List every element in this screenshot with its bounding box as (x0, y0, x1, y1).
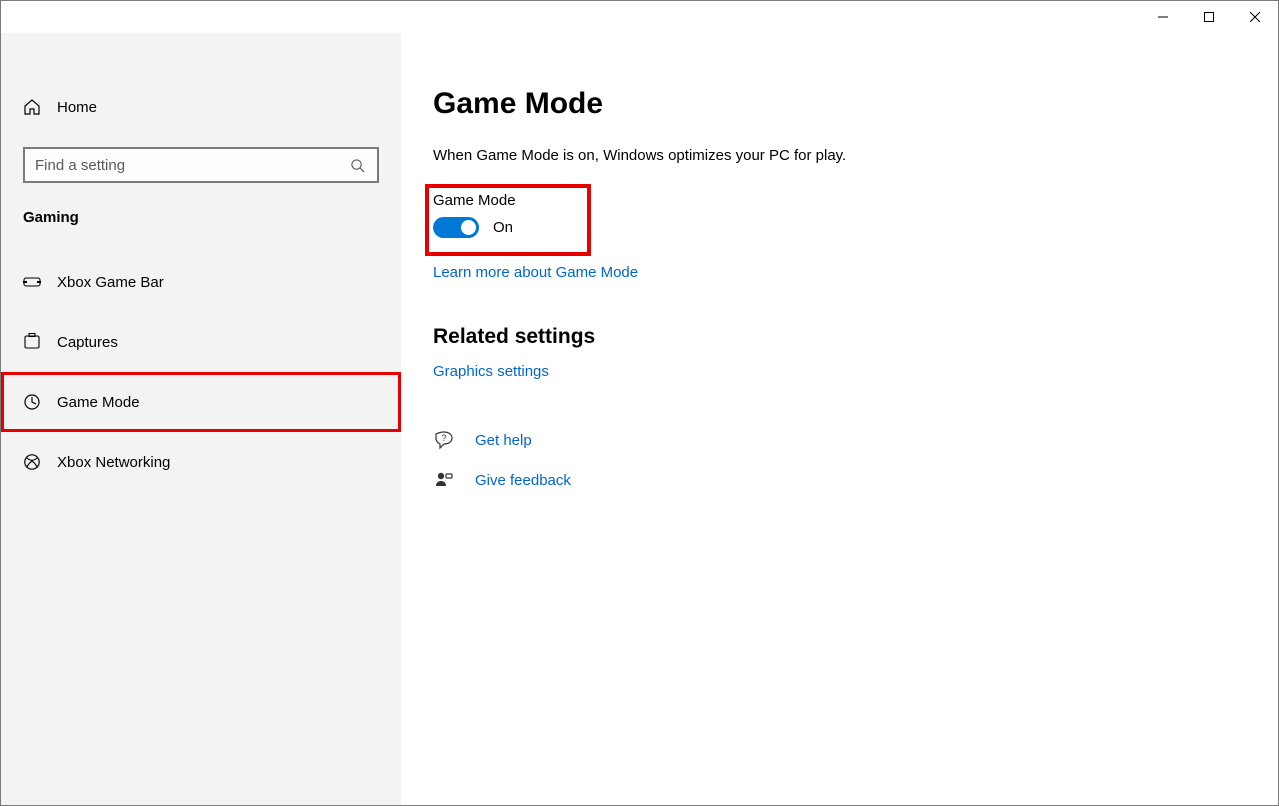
toggle-knob (461, 220, 476, 235)
back-button[interactable] (11, 33, 51, 37)
feedback-icon (433, 470, 455, 490)
sidebar-item-xbox-game-bar[interactable]: Xbox Game Bar (1, 252, 401, 312)
help-icon: ? (433, 430, 455, 450)
sidebar-item-label: Game Mode (57, 394, 140, 411)
search-input[interactable] (35, 157, 347, 174)
search-container (23, 147, 379, 183)
sidebar-item-label: Xbox Networking (57, 454, 170, 471)
captures-icon (23, 333, 57, 351)
content-area: Settings Home Gaming (1, 33, 1278, 805)
sidebar-item-label: Captures (57, 334, 118, 351)
get-help-link[interactable]: Get help (475, 432, 532, 449)
game-bar-icon (23, 273, 57, 291)
maximize-icon (1204, 12, 1214, 22)
game-mode-toggle-block: Game Mode On (433, 192, 593, 244)
give-feedback-row[interactable]: Give feedback (433, 460, 1278, 500)
svg-text:?: ? (441, 433, 446, 443)
toggle-label: Game Mode (433, 192, 593, 209)
titlebar (1, 1, 1278, 33)
home-icon (23, 98, 57, 116)
search-box[interactable] (23, 147, 379, 183)
sidebar-item-captures[interactable]: Captures (1, 312, 401, 372)
home-label: Home (57, 99, 97, 116)
settings-window: Settings Home Gaming (0, 0, 1279, 806)
help-section: ? Get help Give feedback (433, 420, 1278, 500)
graphics-settings-link[interactable]: Graphics settings (433, 363, 549, 380)
sidebar-item-game-mode[interactable]: Game Mode (1, 372, 401, 432)
sidebar-item-label: Xbox Game Bar (57, 274, 164, 291)
give-feedback-link[interactable]: Give feedback (475, 472, 571, 489)
page-description: When Game Mode is on, Windows optimizes … (433, 147, 1278, 164)
game-mode-toggle[interactable] (433, 217, 479, 238)
category-header: Gaming (23, 209, 401, 226)
home-nav[interactable]: Home (1, 85, 401, 129)
close-icon (1250, 12, 1260, 22)
game-mode-icon (23, 393, 57, 411)
get-help-row[interactable]: ? Get help (433, 420, 1278, 460)
search-icon (347, 158, 367, 173)
toggle-state-text: On (493, 219, 513, 236)
minimize-icon (1158, 12, 1168, 22)
sidebar: Settings Home Gaming (1, 33, 401, 805)
minimize-button[interactable] (1140, 1, 1186, 33)
sidebar-item-xbox-networking[interactable]: Xbox Networking (1, 432, 401, 492)
learn-more-link[interactable]: Learn more about Game Mode (433, 264, 638, 281)
toggle-row: On (433, 217, 593, 238)
related-settings-heading: Related settings (433, 325, 1278, 349)
maximize-button[interactable] (1186, 1, 1232, 33)
main-panel: Game Mode When Game Mode is on, Windows … (401, 33, 1278, 805)
sidebar-header: Settings (1, 33, 401, 37)
close-button[interactable] (1232, 1, 1278, 33)
xbox-icon (23, 453, 57, 471)
page-title: Game Mode (433, 87, 1278, 121)
nav-list: Xbox Game Bar Captures Game Mode (1, 252, 401, 492)
